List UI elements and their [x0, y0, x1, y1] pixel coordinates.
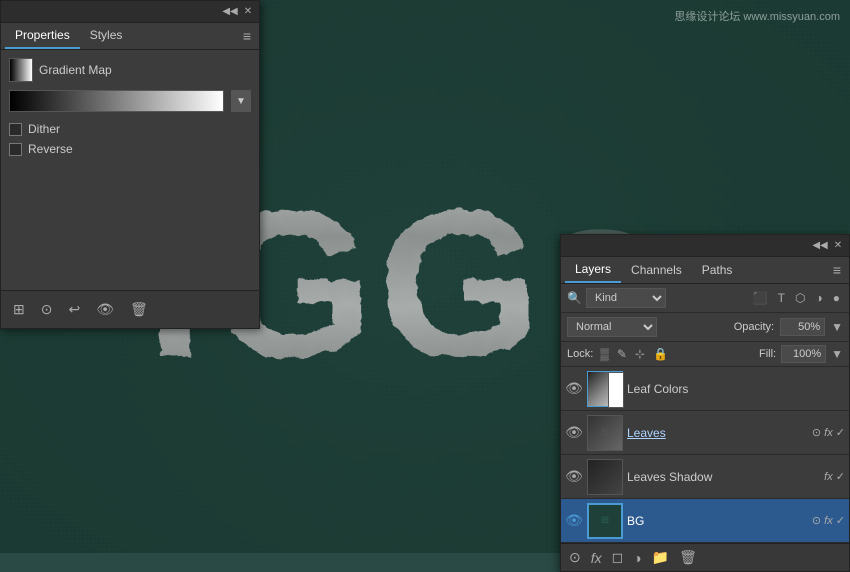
layers-titlebar: ◀◀ ✕ — [561, 235, 849, 257]
tab-channels[interactable]: Channels — [621, 258, 692, 282]
layers-collapse-button[interactable]: ◀◀ — [813, 239, 827, 253]
filter-smart-icon[interactable]: ● — [830, 290, 843, 306]
trash-icon[interactable]: 🗑 — [126, 299, 152, 320]
layers-close-button[interactable]: ✕ — [831, 239, 845, 253]
dither-label: Dither — [28, 122, 60, 136]
layer-thumb-bg: ⊞ — [587, 503, 623, 539]
opacity-arrow[interactable]: ▼ — [831, 320, 843, 334]
layer-thumb-leaves: ⊞ — [587, 415, 623, 451]
lock-image-icon[interactable]: ✎ — [615, 346, 629, 362]
properties-footer: ⊞ ⊙ ↩ 👁 🗑 — [1, 290, 259, 328]
filter-search-icon: 🔍 — [567, 291, 582, 305]
titlebar-buttons: ◀◀ ✕ — [223, 5, 255, 19]
layer-fx-bg: ⊙ fx ✓ — [812, 514, 845, 527]
layer-thumb-leaves-shadow: ⊞ — [587, 459, 623, 495]
layer-fx-leaves: ⊙ fx ✓ — [812, 426, 845, 439]
kind-dropdown[interactable]: Kind — [586, 288, 666, 308]
history-icon[interactable]: ↩ — [64, 299, 84, 320]
watermark: 思缘设计论坛 www.missyuan.com — [674, 8, 840, 24]
layers-filter-row: 🔍 Kind ⬛ T ⬡ ◑ ● — [561, 284, 849, 313]
filter-icons-row: ⬛ T ⬡ ◑ ● — [750, 290, 843, 306]
dither-checkbox[interactable] — [9, 123, 22, 136]
collapse-button[interactable]: ◀◀ — [223, 5, 237, 19]
fill-input[interactable] — [781, 345, 826, 363]
reverse-checkbox[interactable] — [9, 143, 22, 156]
layer-name-bg: BG — [627, 514, 808, 528]
filter-shape-icon[interactable]: ⬡ — [792, 290, 808, 306]
layers-blend-row: Normal Opacity: ▼ — [561, 313, 849, 342]
reverse-checkbox-row: Reverse — [9, 142, 251, 156]
tab-paths[interactable]: Paths — [692, 258, 743, 282]
close-button[interactable]: ✕ — [241, 5, 255, 19]
gradient-bar[interactable] — [9, 90, 224, 112]
tab-layers[interactable]: Layers — [565, 257, 621, 283]
properties-content: Gradient Map ▼ Dither Reverse — [1, 50, 259, 290]
fill-arrow[interactable]: ▼ — [831, 347, 843, 361]
lock-icons: ▒ ✎ ⊹ 🔒 — [598, 346, 670, 362]
layer-row-leaves-shadow[interactable]: 👁 ⊞ Leaves Shadow fx ✓ — [561, 455, 849, 499]
gradient-bar-arrow[interactable]: ▼ — [231, 90, 251, 112]
layer-eye-leaves[interactable]: 👁 — [565, 424, 583, 442]
properties-menu-icon[interactable]: ≡ — [239, 24, 255, 48]
tab-styles[interactable]: Styles — [80, 23, 133, 49]
layers-link-icon[interactable]: ⊙ — [569, 549, 581, 566]
layer-eye-leaves-shadow[interactable]: 👁 — [565, 468, 583, 486]
filter-pixel-icon[interactable]: ⬛ — [750, 290, 771, 306]
gradient-map-label: Gradient Map — [39, 63, 112, 77]
layer-name-leaf-colors: Leaf Colors — [627, 382, 845, 396]
blend-mode-dropdown[interactable]: Normal — [567, 317, 657, 337]
layer-row-bg[interactable]: 👁 ⊞ BG ⊙ fx ✓ — [561, 499, 849, 543]
dither-checkbox-row: Dither — [9, 122, 251, 136]
layer-row-leaf-colors[interactable]: 👁 Leaf Colors — [561, 367, 849, 411]
filter-adjustment-icon[interactable]: ◑ — [813, 290, 826, 306]
properties-spacer — [9, 162, 251, 282]
properties-titlebar: ◀◀ ✕ — [1, 1, 259, 23]
frame-icon[interactable]: ⊞ — [9, 299, 29, 320]
layer-fx-leaves-shadow: fx ✓ — [824, 470, 845, 483]
layer-name-leaves-shadow: Leaves Shadow — [627, 470, 820, 484]
opacity-label: Opacity: — [734, 321, 774, 333]
layers-titlebar-buttons: ◀◀ ✕ — [813, 239, 845, 253]
lock-position-icon[interactable]: ⊹ — [633, 346, 647, 362]
layer-thumb-leaf-colors — [587, 371, 623, 407]
lock-label: Lock: — [567, 348, 593, 360]
properties-panel: ◀◀ ✕ Properties Styles ≡ Gradient Map ▼ … — [0, 0, 260, 329]
lock-artboard-icon[interactable]: 🔒 — [651, 346, 670, 362]
layer-row-leaves[interactable]: 👁 ⊞ Leaves ⊙ fx ✓ — [561, 411, 849, 455]
link-icon[interactable]: ⊙ — [37, 299, 57, 320]
watermark-text: 思缘设计论坛 www.missyuan.com — [674, 11, 840, 23]
layer-eye-leaf-colors[interactable]: 👁 — [565, 380, 583, 398]
lock-transparent-icon[interactable]: ▒ — [598, 346, 611, 362]
layers-trash-icon[interactable]: 🗑 — [679, 549, 697, 566]
layers-mask-icon[interactable]: ◻ — [612, 549, 624, 566]
layers-menu-icon[interactable]: ≡ — [829, 258, 845, 282]
filter-type-icon[interactable]: T — [775, 290, 788, 306]
reverse-label: Reverse — [28, 142, 73, 156]
eye-icon[interactable]: 👁 — [92, 299, 118, 320]
layers-fx-icon[interactable]: fx — [591, 550, 602, 566]
fill-label: Fill: — [759, 348, 776, 360]
layers-panel: ◀◀ ✕ Layers Channels Paths ≡ 🔍 Kind ⬛ T … — [560, 234, 850, 572]
gradient-bar-container: ▼ — [9, 90, 251, 112]
tab-properties[interactable]: Properties — [5, 23, 80, 49]
layers-tabs: Layers Channels Paths ≡ — [561, 257, 849, 284]
layers-footer: ⊙ fx ◻ ◑ 📁 🗑 — [561, 543, 849, 571]
layers-adjustment-icon[interactable]: ◑ — [633, 550, 641, 566]
opacity-input[interactable] — [780, 318, 825, 336]
gradient-map-header: Gradient Map — [9, 58, 251, 82]
layer-name-leaves: Leaves — [627, 426, 808, 440]
layers-lock-row: Lock: ▒ ✎ ⊹ 🔒 Fill: ▼ — [561, 342, 849, 367]
gradient-map-icon — [9, 58, 33, 82]
layers-folder-icon[interactable]: 📁 — [652, 549, 669, 566]
layer-eye-bg[interactable]: 👁 — [565, 512, 583, 530]
properties-tabs: Properties Styles ≡ — [1, 23, 259, 50]
